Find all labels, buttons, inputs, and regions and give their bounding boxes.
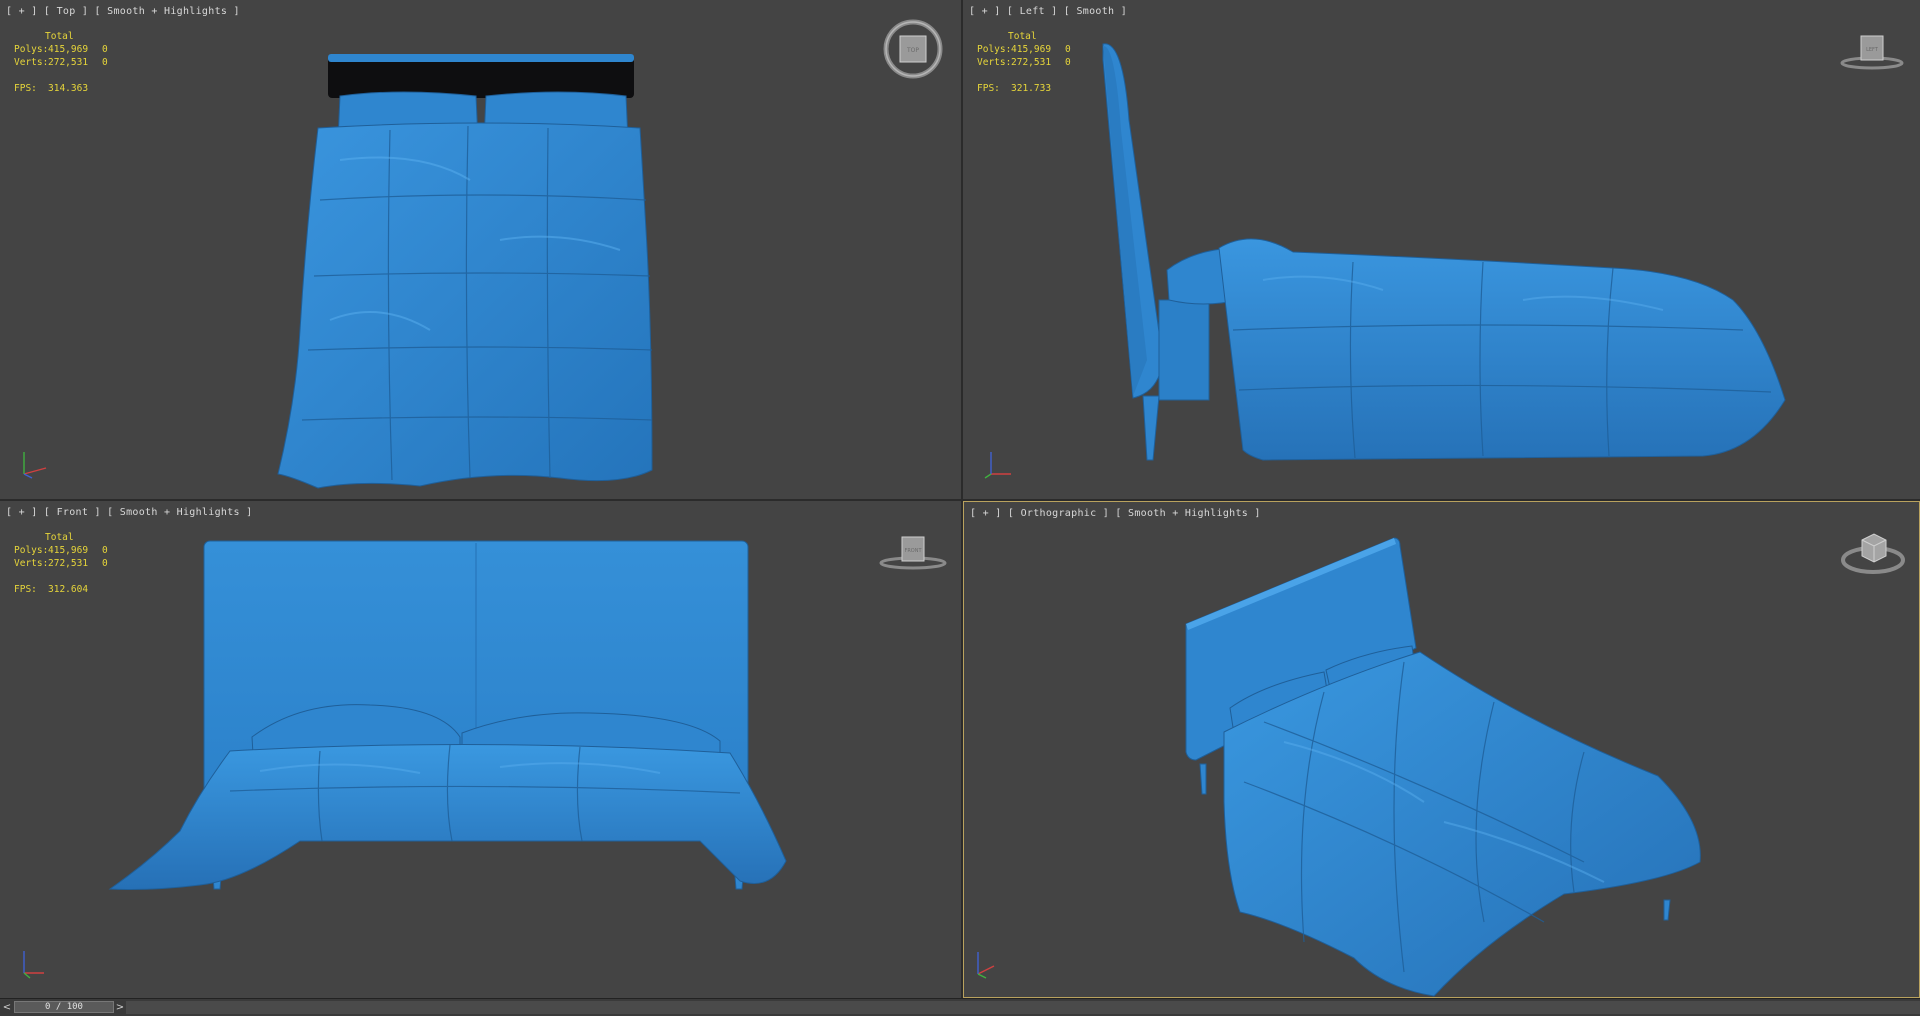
stats-total-header: Total xyxy=(45,532,74,543)
axis-tripod-icon xyxy=(23,951,44,979)
axis-tripod-icon xyxy=(23,452,47,479)
polys-label: Polys: xyxy=(977,44,1012,55)
viewport-label[interactable]: [ + ] [ Left ] [ Smooth ] xyxy=(969,6,1127,17)
statistics-overlay: Total Polys:415,969 0 Verts:272,531 0 FPS:… xyxy=(14,531,108,596)
fps-label: FPS: xyxy=(14,83,37,94)
verts-count: 272,531 xyxy=(48,57,89,68)
timeline-track[interactable] xyxy=(126,1001,1920,1014)
polys-count: 415,969 xyxy=(48,545,89,556)
stats-total-header: Total xyxy=(45,31,74,42)
stats-total-header: Total xyxy=(1008,31,1037,42)
bed-model-orthographic-view xyxy=(1185,537,1701,997)
viewcube-face-label: LEFT xyxy=(1866,47,1879,53)
bed-model-top-view xyxy=(277,54,653,489)
viewcube-icon[interactable] xyxy=(1838,516,1908,586)
axis-tripod-icon xyxy=(977,952,995,979)
verts-selected: 0 xyxy=(102,558,108,569)
verts-selected: 0 xyxy=(102,57,108,68)
axis-tripod-icon xyxy=(984,452,1011,479)
timeline-bar: < 0 / 100 > xyxy=(0,998,1920,1016)
statistics-overlay: Total Polys:415,969 0 Verts:272,531 0 FPS:… xyxy=(14,30,108,95)
fps-label: FPS: xyxy=(977,83,1000,94)
polys-count: 415,969 xyxy=(1011,44,1052,55)
fps-value: 312.604 xyxy=(48,584,89,595)
bed-model-left-view xyxy=(1102,43,1786,461)
bed-model-front-view xyxy=(108,540,787,890)
verts-label: Verts: xyxy=(14,558,49,569)
fps-value: 314.363 xyxy=(48,83,89,94)
polys-selected: 0 xyxy=(1065,44,1071,55)
fps-value: 321.733 xyxy=(1011,83,1052,94)
polys-selected: 0 xyxy=(102,44,108,55)
viewport-front[interactable]: [ + ] [ Front ] [ Smooth + Highlights ] … xyxy=(0,501,961,998)
viewcube-icon[interactable]: TOP xyxy=(878,14,948,84)
viewport-left[interactable]: [ + ] [ Left ] [ Smooth ] Total Polys:41… xyxy=(963,0,1920,499)
timeline-prev-button[interactable]: < xyxy=(1,1001,13,1014)
polys-label: Polys: xyxy=(14,545,49,556)
viewcube-face-label: FRONT xyxy=(904,548,922,554)
verts-count: 272,531 xyxy=(1011,57,1052,68)
polys-selected: 0 xyxy=(102,545,108,556)
verts-label: Verts: xyxy=(14,57,49,68)
viewcube-face-label: TOP xyxy=(906,47,919,54)
time-slider[interactable]: 0 / 100 xyxy=(14,1001,114,1013)
timeline-next-button[interactable]: > xyxy=(114,1001,126,1014)
polys-count: 415,969 xyxy=(48,44,89,55)
viewport-top[interactable]: [ + ] [ Top ] [ Smooth + Highlights ] To… xyxy=(0,0,961,499)
verts-count: 272,531 xyxy=(48,558,89,569)
viewport-orthographic[interactable]: [ + ] [ Orthographic ] [ Smooth + Highli… xyxy=(963,501,1920,998)
viewcube-icon[interactable]: LEFT xyxy=(1837,14,1907,84)
viewport-label[interactable]: [ + ] [ Front ] [ Smooth + Highlights ] xyxy=(6,507,253,518)
fps-label: FPS: xyxy=(14,584,37,595)
polys-label: Polys: xyxy=(14,44,49,55)
viewport-label[interactable]: [ + ] [ Top ] [ Smooth + Highlights ] xyxy=(6,6,240,17)
verts-label: Verts: xyxy=(977,57,1012,68)
verts-selected: 0 xyxy=(1065,57,1071,68)
statistics-overlay: Total Polys:415,969 0 Verts:272,531 0 FPS:… xyxy=(977,30,1071,95)
viewport-label[interactable]: [ + ] [ Orthographic ] [ Smooth + Highli… xyxy=(970,508,1261,519)
viewcube-icon[interactable]: FRONT xyxy=(878,521,948,591)
